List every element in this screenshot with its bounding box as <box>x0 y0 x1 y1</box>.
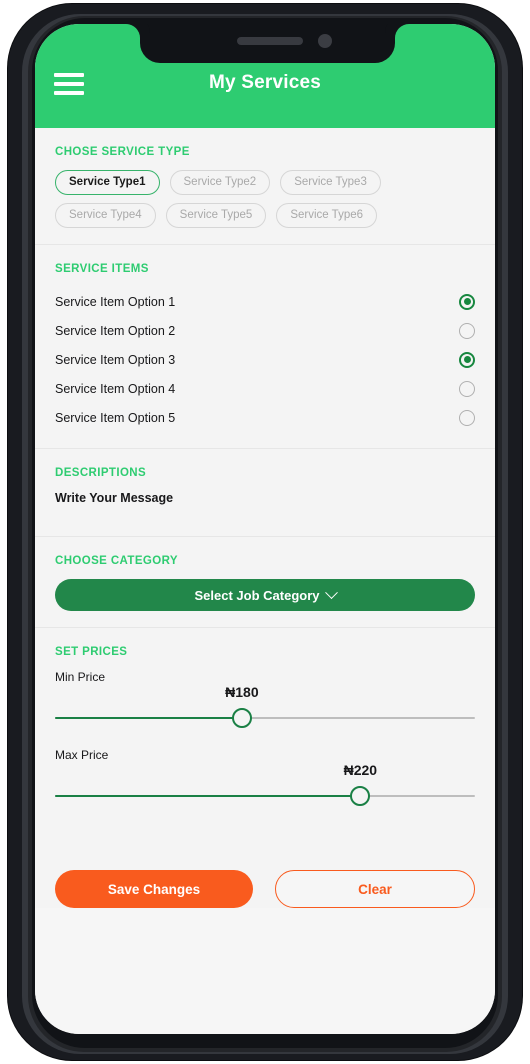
service-item-row-1[interactable]: Service Item Option 1 <box>55 287 475 316</box>
descriptions-section: DESCRIPTIONS Write Your Message <box>35 449 495 537</box>
min-price-slider[interactable]: ₦180 <box>55 684 475 730</box>
service-item-row-4[interactable]: Service Item Option 4 <box>55 374 475 403</box>
service-type-chip-4[interactable]: Service Type4 <box>55 203 156 228</box>
service-type-chip-5[interactable]: Service Type5 <box>165 203 267 228</box>
service-type-chip-6[interactable]: Service Type6 <box>276 203 378 228</box>
choose-category-heading: CHOOSE CATEGORY <box>55 555 178 567</box>
service-type-section: CHOSE SERVICE TYPE Service Type1 Service… <box>35 128 495 245</box>
max-price-slider[interactable]: ₦220 <box>55 762 475 808</box>
min-price-fill <box>55 717 242 719</box>
service-item-label-5: Service Item Option 5 <box>55 410 176 425</box>
choose-category-section: CHOOSE CATEGORY Select Job Category <box>35 537 495 628</box>
service-item-radio-2[interactable] <box>459 322 475 339</box>
min-price-label: Min Price <box>55 670 106 684</box>
service-item-label-2: Service Item Option 2 <box>55 323 176 338</box>
front-camera-icon <box>318 34 332 48</box>
max-price-thumb[interactable] <box>350 786 371 806</box>
set-prices-section: SET PRICES Min Price ₦180 Max Price ₦220 <box>35 628 495 842</box>
max-price-block: Max Price ₦220 <box>55 748 475 808</box>
service-item-row-5[interactable]: Service Item Option 5 <box>55 403 475 432</box>
service-type-chip-1[interactable]: Service Type1 <box>55 170 160 195</box>
device-notch <box>140 24 395 63</box>
page-title: My Services <box>208 72 322 93</box>
max-price-label: Max Price <box>55 748 109 762</box>
service-items-heading: SERVICE ITEMS <box>55 263 149 275</box>
service-item-label-1: Service Item Option 1 <box>55 294 176 309</box>
select-job-category-button[interactable]: Select Job Category <box>55 579 475 611</box>
service-type-chip-2[interactable]: Service Type2 <box>169 170 271 195</box>
min-price-thumb[interactable] <box>231 708 252 728</box>
service-type-heading: CHOSE SERVICE TYPE <box>55 146 190 158</box>
earpiece-speaker <box>237 37 303 45</box>
service-item-label-4: Service Item Option 4 <box>55 381 176 396</box>
service-item-label-3: Service Item Option 3 <box>55 352 176 367</box>
service-item-radio-5[interactable] <box>459 409 475 426</box>
description-input[interactable]: Write Your Message <box>55 491 475 505</box>
min-price-value: ₦180 <box>225 684 259 700</box>
service-items-section: SERVICE ITEMS Service Item Option 1 Serv… <box>35 245 495 449</box>
service-type-chip-3[interactable]: Service Type3 <box>280 170 381 195</box>
max-price-value: ₦220 <box>343 762 378 778</box>
phone-screen: My Services CHOSE SERVICE TYPE Service T… <box>35 24 495 1034</box>
action-button-row: Save Changes Clear <box>35 842 495 908</box>
service-item-radio-4[interactable] <box>459 380 475 397</box>
service-item-radio-1[interactable] <box>459 293 475 310</box>
min-price-block: Min Price ₦180 <box>55 670 475 730</box>
service-item-row-3[interactable]: Service Item Option 3 <box>55 345 475 374</box>
service-type-chip-row: Service Type1 Service Type2 Service Type… <box>55 170 475 228</box>
service-item-row-2[interactable]: Service Item Option 2 <box>55 316 475 345</box>
set-prices-heading: SET PRICES <box>55 646 128 658</box>
max-price-fill <box>55 795 361 797</box>
chevron-down-icon <box>324 585 338 599</box>
select-job-category-label: Select Job Category <box>194 587 320 603</box>
screen-content: CHOSE SERVICE TYPE Service Type1 Service… <box>35 128 495 1034</box>
save-changes-button[interactable]: Save Changes <box>55 870 253 908</box>
clear-button[interactable]: Clear <box>275 870 475 908</box>
descriptions-heading: DESCRIPTIONS <box>55 467 147 479</box>
service-item-radio-3[interactable] <box>459 351 475 368</box>
